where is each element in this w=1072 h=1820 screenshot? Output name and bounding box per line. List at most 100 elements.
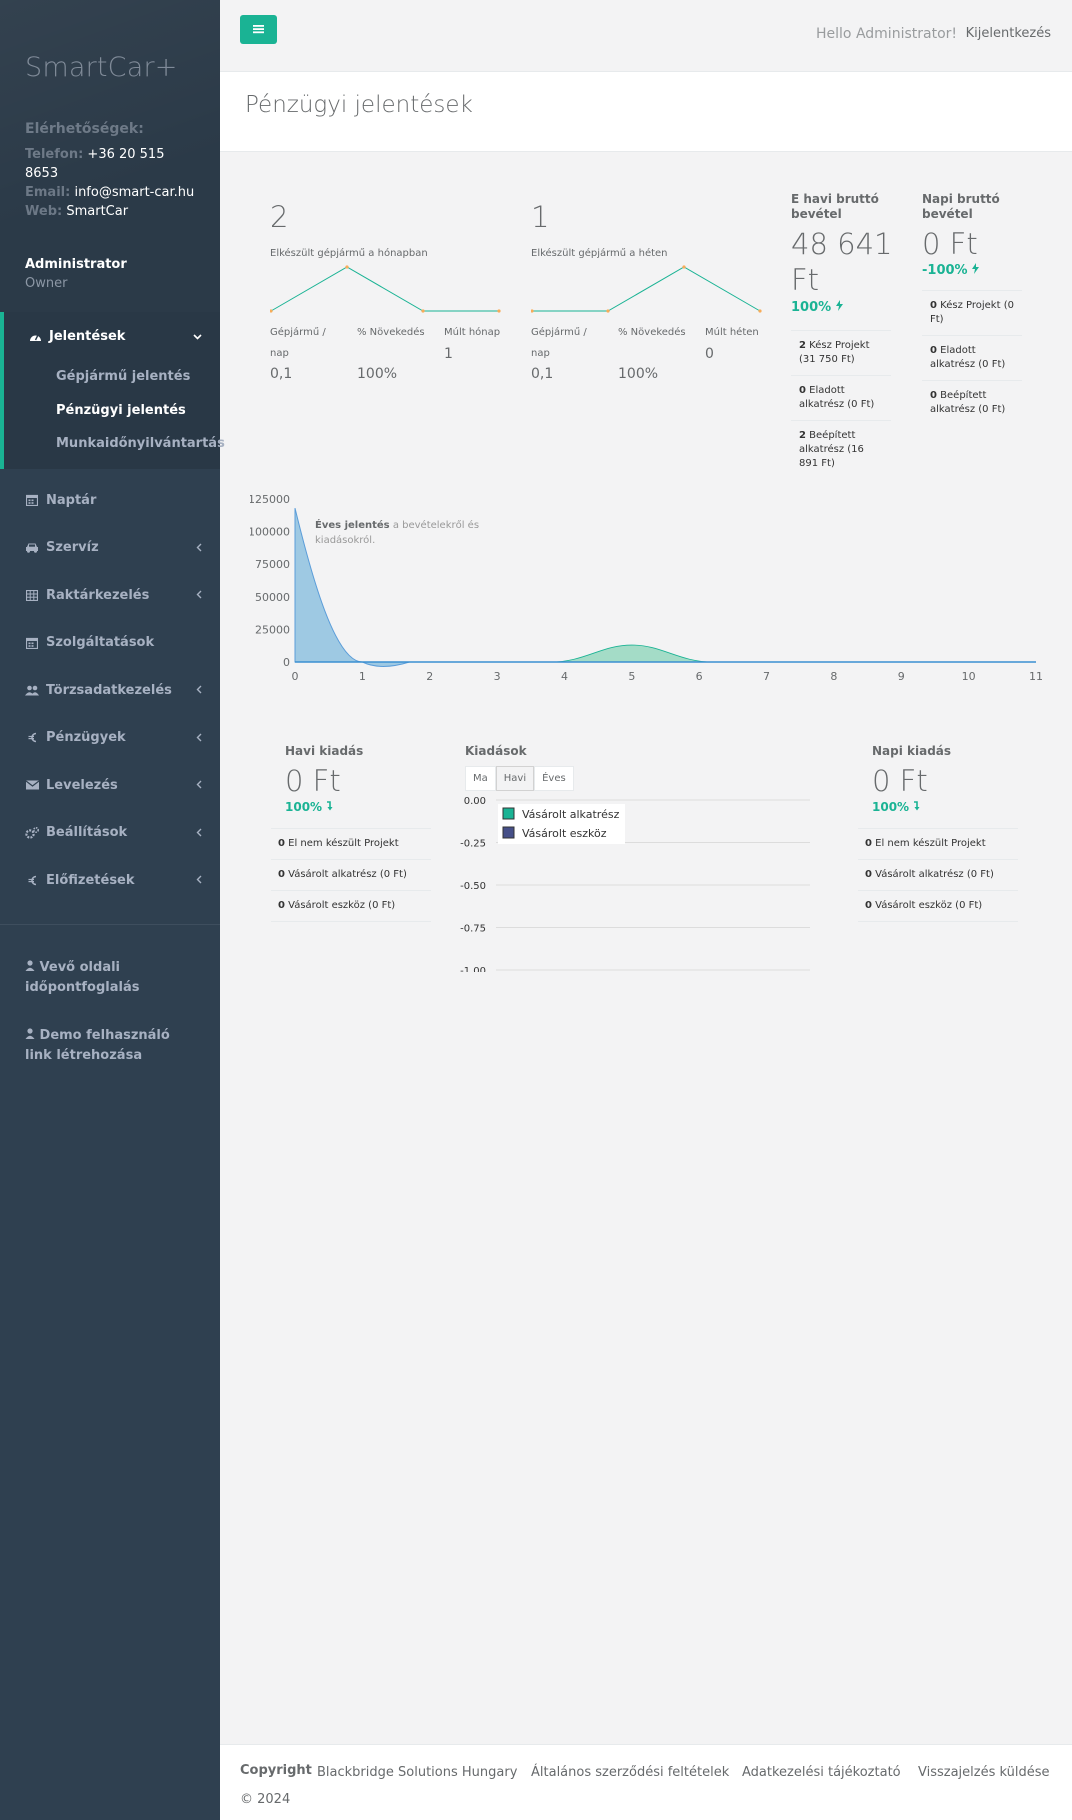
daily-expense-change-value: 100% xyxy=(872,800,910,814)
month-growth-label: % Növekedés xyxy=(357,327,425,338)
month-previous-label: Múlt hónap xyxy=(444,327,501,338)
expenses-period-toggle: Ma Havi Éves xyxy=(465,766,574,791)
sidebar-item-levelez-s[interactable]: Levelezés xyxy=(0,762,220,810)
sidebar-item-label: Beállítások xyxy=(46,825,128,841)
list-item: 0 Vásárolt eszköz (0 Ft) xyxy=(858,891,1018,922)
daily-expense-value: 0 Ft xyxy=(872,764,928,798)
y-tick-label: -0.75 xyxy=(460,924,486,935)
page-title: Pénzügyi jelentések xyxy=(245,92,473,118)
x-tick-label: 10 xyxy=(962,670,976,683)
sparkline-point xyxy=(497,309,501,313)
contact-email: Email: info@smart-car.hu xyxy=(25,183,195,202)
list-item: 2 Beépített alkatrész (16 891 Ft) xyxy=(791,420,891,479)
y-tick-label: 0 xyxy=(283,656,290,669)
monthly-income-change-value: 100% xyxy=(791,300,832,315)
monthly-income-change: 100% xyxy=(791,300,843,315)
x-tick-label: 8 xyxy=(830,670,837,683)
sidebar-link-demo-user[interactable]: Demo felhasználó link létrehozása xyxy=(0,1018,220,1074)
greeting: Hello Administrator! xyxy=(816,26,957,42)
sidebar-item-label: Pénzügyek xyxy=(46,730,126,746)
week-growth-label: % Növekedés xyxy=(618,327,686,338)
footer-copyright-label: Copyright xyxy=(240,1763,312,1778)
users-icon xyxy=(25,683,39,697)
sidebar-item-reports[interactable]: Jelentések xyxy=(4,312,220,360)
monthly-income-value: 48 641 Ft xyxy=(791,226,892,298)
expenses-chart: 0.00 -0.25 -0.50 -0.75 -1.00 Vásárolt alkatré… xyxy=(460,796,810,972)
sidebar-subitem-timesheet[interactable]: Munkaidőnyilvántartás xyxy=(4,427,225,461)
period-button-today[interactable]: Ma xyxy=(465,766,496,791)
sidebar-item-szerv-z[interactable]: Szervíz xyxy=(0,524,220,572)
bolt-icon xyxy=(835,300,843,315)
sidebar-item-szolg-ltat-sok[interactable]: Szolgáltatások xyxy=(0,619,220,667)
monthly-expense-title: Havi kiadás xyxy=(285,744,364,758)
nav-group-reports: Jelentések Gépjármű jelentés Pénzügyi je… xyxy=(0,312,225,469)
list-item: 0 Kész Projekt (0 Ft) xyxy=(922,290,1022,335)
footer-privacy-link[interactable]: Adatkezelési tájékoztató xyxy=(742,1765,901,1780)
chevron-left-icon xyxy=(196,873,202,887)
contact-web-value[interactable]: SmartCar xyxy=(66,204,128,219)
calendar-icon xyxy=(25,493,39,507)
y-tick-label: 25000 xyxy=(255,623,290,636)
monthly-expense-value: 0 Ft xyxy=(285,764,341,798)
y-tick-label: -0.25 xyxy=(460,839,486,850)
y-tick-label: 100000 xyxy=(250,526,290,539)
cogs-icon xyxy=(25,826,39,840)
period-button-yearly[interactable]: Éves xyxy=(534,766,574,791)
chevron-left-icon xyxy=(196,588,202,602)
page-heading: Pénzügyi jelentések xyxy=(220,72,1072,152)
x-tick-label: 7 xyxy=(763,670,770,683)
sidebar-item-be-ll-t-sok[interactable]: Beállítások xyxy=(0,809,220,857)
sidebar-item-label: Előfizetések xyxy=(46,872,135,888)
yearly-chart-caption-bold: Éves jelentés xyxy=(315,520,390,531)
sidebar-subitem-financial-report[interactable]: Pénzügyi jelentés xyxy=(4,394,220,428)
sidebar-item-el-fizet-sek[interactable]: Előfizetések xyxy=(0,857,220,905)
bolt-icon xyxy=(972,263,980,278)
sidebar: SmartCar+ Elérhetőségek: Telefon: +36 20… xyxy=(0,0,225,1820)
user-icon xyxy=(25,960,40,975)
x-tick-label: 1 xyxy=(359,670,366,683)
sidebar-link-label: Demo felhasználó link létrehozása xyxy=(25,1028,170,1063)
x-tick-label: 11 xyxy=(1029,670,1043,683)
sidebar-subitem-vehicle-report[interactable]: Gépjármű jelentés xyxy=(4,360,220,394)
y-tick-label: 0.00 xyxy=(464,796,486,807)
sidebar-item-t-rzsadatkezel-s[interactable]: Törzsadatkezelés xyxy=(0,667,220,715)
y-tick-label: 50000 xyxy=(255,591,290,604)
list-item: 0 Eladott alkatrész (0 Ft) xyxy=(791,375,891,420)
list-item: 0 El nem készült Projekt xyxy=(271,829,431,860)
list-item: 0 Beépített alkatrész (0 Ft) xyxy=(922,380,1022,425)
month-per-day-label: Gépjármű / nap xyxy=(270,327,326,359)
period-button-monthly[interactable]: Havi xyxy=(495,766,535,791)
sidebar-item-label: Raktárkezelés xyxy=(46,587,150,603)
footer-terms-link[interactable]: Általános szerződési feltételek xyxy=(531,1765,729,1780)
envelope-icon xyxy=(25,778,39,792)
sidebar-item-p-nz-gyek[interactable]: Pénzügyek xyxy=(0,714,220,762)
contact-email-value[interactable]: info@smart-car.hu xyxy=(74,185,194,200)
nav-divider xyxy=(0,924,220,925)
monthly-income-amount: 48 641 xyxy=(791,227,893,261)
sidebar-item-rakt-rkezel-s[interactable]: Raktárkezelés xyxy=(0,572,220,620)
brand-logo[interactable]: SmartCar+ xyxy=(25,52,195,83)
top-navbar: Hello Administrator! Kijelentkezés xyxy=(220,0,1072,72)
sidebar-header: SmartCar+ Elérhetőségek: Telefon: +36 20… xyxy=(0,0,220,312)
sparkline-point xyxy=(682,265,686,269)
euro-icon xyxy=(25,873,39,887)
chevron-left-icon xyxy=(196,541,202,555)
sidebar-link-booking[interactable]: Vevő oldali időpontfoglalás xyxy=(0,950,220,1006)
user-name[interactable]: Administrator xyxy=(25,257,195,272)
footer: Copyright Blackbridge Solutions Hungary … xyxy=(220,1744,1072,1820)
footer-company-link[interactable]: Blackbridge Solutions Hungary xyxy=(317,1765,517,1780)
y-tick-label: -1.00 xyxy=(460,966,486,972)
sidebar-item-label: Jelentések xyxy=(49,328,126,344)
legend-swatch xyxy=(502,826,515,839)
sidebar-toggle-button[interactable] xyxy=(240,15,277,44)
logout-link[interactable]: Kijelentkezés xyxy=(966,26,1051,41)
contact-email-label: Email: xyxy=(25,185,71,200)
legend-swatch xyxy=(502,807,515,820)
sidebar-item-napt-r[interactable]: Naptár xyxy=(0,477,220,525)
sparkline-point xyxy=(421,309,425,313)
footer-feedback-link[interactable]: Visszajelzés küldése xyxy=(918,1765,1050,1780)
month-per-day-value: 0,1 xyxy=(270,366,293,382)
series-area xyxy=(550,644,713,663)
month-sparkline xyxy=(270,265,501,313)
sidebar-item-label: Levelezés xyxy=(46,777,118,793)
